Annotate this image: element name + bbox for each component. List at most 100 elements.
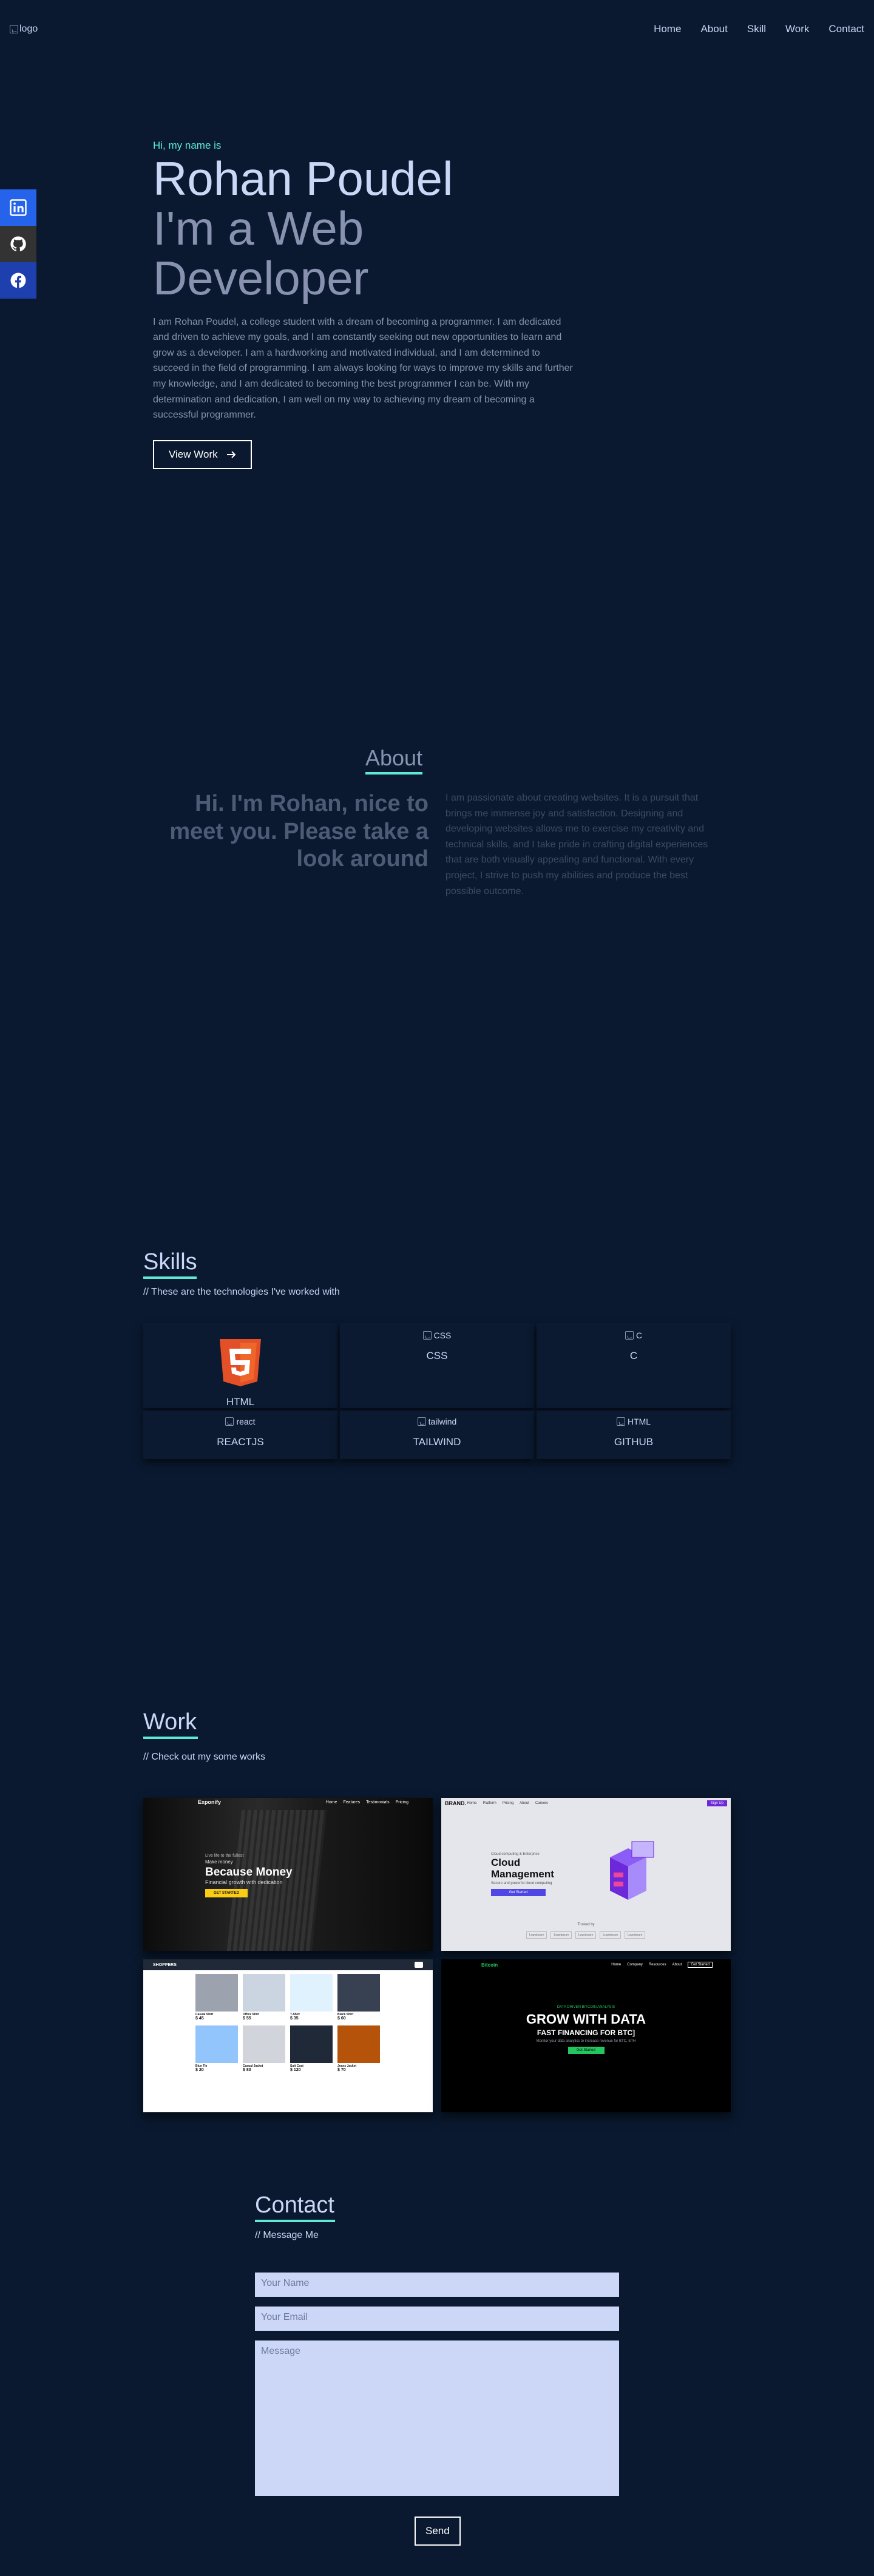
work-title: Work [143,1709,198,1739]
html5-icon [220,1339,261,1386]
project-nav-link: Careers [535,1802,549,1805]
project-nav: Bitcoin Home Company Resources About Get… [441,1959,731,1970]
github-icon [10,236,26,252]
skill-image-react: react [225,1415,256,1428]
contact-subtitle: // Message Me [255,2230,319,2240]
nav-link-about[interactable]: About [700,23,727,35]
project-logo: Logoipsum [550,1931,572,1939]
product-card: Blue Tie $ 20 [195,2025,238,2072]
skill-image-tailwind: tailwind [417,1415,456,1428]
project-hero: Cloud computing & Enterprise Cloud Manag… [491,1852,570,1897]
project-kicker: Make money [205,1859,233,1865]
project-nav-link: Testimonials [366,1800,390,1805]
project-brand: Exponify [198,1799,222,1805]
hero-name: Rohan Poudel [153,152,453,205]
product-card: Suit Coat $ 120 [290,2025,333,2072]
skill-label-c: C [629,1350,638,1361]
project-sub: FAST FINANCING FOR BTC] [537,2029,635,2037]
skill-card-css: CSS CSS [340,1323,534,1408]
skill-card-c: C C [537,1323,731,1408]
project-nav: BRAND. Home Platform Pricing About Caree… [441,1798,731,1809]
skills-subtitle: // These are the technologies I've worke… [143,1287,340,1297]
project-nav-links: Home Platform Pricing About Careers [467,1802,548,1805]
product-image [195,2025,238,2063]
message-field[interactable]: Message [255,2340,619,2496]
work-subtitle: // Check out my some works [143,1752,265,1762]
project-card-cloud[interactable]: BRAND. Home Platform Pricing About Caree… [441,1798,731,1951]
nav-link-work[interactable]: Work [785,23,809,35]
project-brand: SHOPPERS [153,1962,177,1967]
nav-link-skill[interactable]: Skill [747,23,766,35]
github-link[interactable] [0,226,36,262]
hero-role: I'm a Web Developer [153,201,369,305]
project-nav-link: Features [343,1800,361,1805]
send-button[interactable]: Send [415,2517,461,2546]
logo[interactable]: logo [10,24,38,35]
name-field[interactable]: Your Name [255,2273,619,2297]
about-text: I am passionate about creating websites.… [445,793,708,897]
skill-alt-react: react [236,1417,256,1426]
skill-label-github: GITHUB [614,1436,654,1448]
project-headline: Because Money [205,1866,293,1879]
product-card: Black Shirt $ 60 [337,1974,380,2021]
product-grid: Casual Shirt $ 45 Office Shirt $ 55 T-Shir… [195,1974,380,2072]
skill-image-c: C [625,1329,642,1341]
project-card-shoppers[interactable]: SHOPPERS Casual Shirt $ 45 Office Shirt $ … [143,1959,433,2112]
project-kicker: Cloud computing & Enterprise [491,1852,540,1856]
project-nav-links: Home Features Testimonials Pricing [326,1800,408,1805]
skill-card-github: HTML GITHUB [537,1411,731,1459]
product-image [290,1974,333,2012]
contact-title: Contact [255,2192,335,2222]
work-title-text: Work [143,1709,197,1735]
work-underline [143,1737,198,1739]
project-nav-link: Home [611,1963,622,1967]
linkedin-link[interactable] [0,189,36,226]
project-nav-links: Home Company Resources About Get Started [611,1962,713,1968]
product-price: $ 35 [290,2016,299,2021]
product-price: $ 20 [195,2068,204,2072]
skill-card-html: HTML [143,1323,337,1408]
project-nav-link: Company [627,1963,643,1967]
project-card-growdata[interactable]: Bitcoin Home Company Resources About Get… [441,1959,731,2112]
facebook-icon [10,273,26,288]
skills-title: Skills [143,1249,197,1279]
broken-image-icon [422,1331,432,1340]
view-work-button[interactable]: View Work [153,439,252,469]
project-top-button: Get Started [688,1962,713,1968]
skill-label-css: CSS [426,1350,448,1361]
skill-alt-github: HTML [627,1417,651,1426]
skills-title-text: Skills [143,1249,197,1275]
skill-alt-c: C [635,1330,643,1340]
server-illustration [610,1841,654,1900]
project-nav: Exponify Home Features Testimonials Pric… [143,1798,433,1806]
skills-grid: HTML CSS CSS C C react REACTJS tailwind … [143,1323,731,1459]
broken-image-icon [625,1331,634,1340]
skill-image-css: CSS [422,1329,451,1341]
nav-link-contact[interactable]: Contact [828,23,864,35]
project-nav-link: Home [467,1802,477,1805]
linkedin-icon [10,199,27,216]
product-image [195,1974,238,2012]
product-card: T-Shirt $ 35 [290,1974,333,2021]
hero-bio: I am Rohan Poudel, a college student wit… [153,316,573,421]
email-field[interactable]: Your Email [255,2307,619,2331]
nav-link-home[interactable]: Home [654,23,681,35]
skill-label-html: HTML [226,1396,255,1408]
product-card: Casual Shirt $ 45 [195,1974,238,2021]
cart-icon [415,1962,423,1968]
project-logos-label: Trusted by [577,1923,595,1927]
product-price: $ 120 [290,2068,301,2072]
project-card-exponify[interactable]: Exponify Home Features Testimonials Pric… [143,1798,433,1951]
project-top-button: Sign Up [706,1800,727,1806]
product-price: $ 80 [243,2068,251,2072]
project-desc: Monitor your data analytics to increase … [536,2039,636,2043]
product-card: Jeans Jacket $ 70 [337,2025,380,2072]
logo-alt-text: logo [19,24,38,34]
project-nav-link: Pricing [502,1802,514,1805]
contact-title-text: Contact [255,2192,334,2218]
contact-underline [255,2220,335,2222]
product-price: $ 70 [337,2068,346,2072]
broken-image-icon [10,25,18,33]
facebook-link[interactable] [0,262,36,299]
skills-underline [143,1276,197,1279]
